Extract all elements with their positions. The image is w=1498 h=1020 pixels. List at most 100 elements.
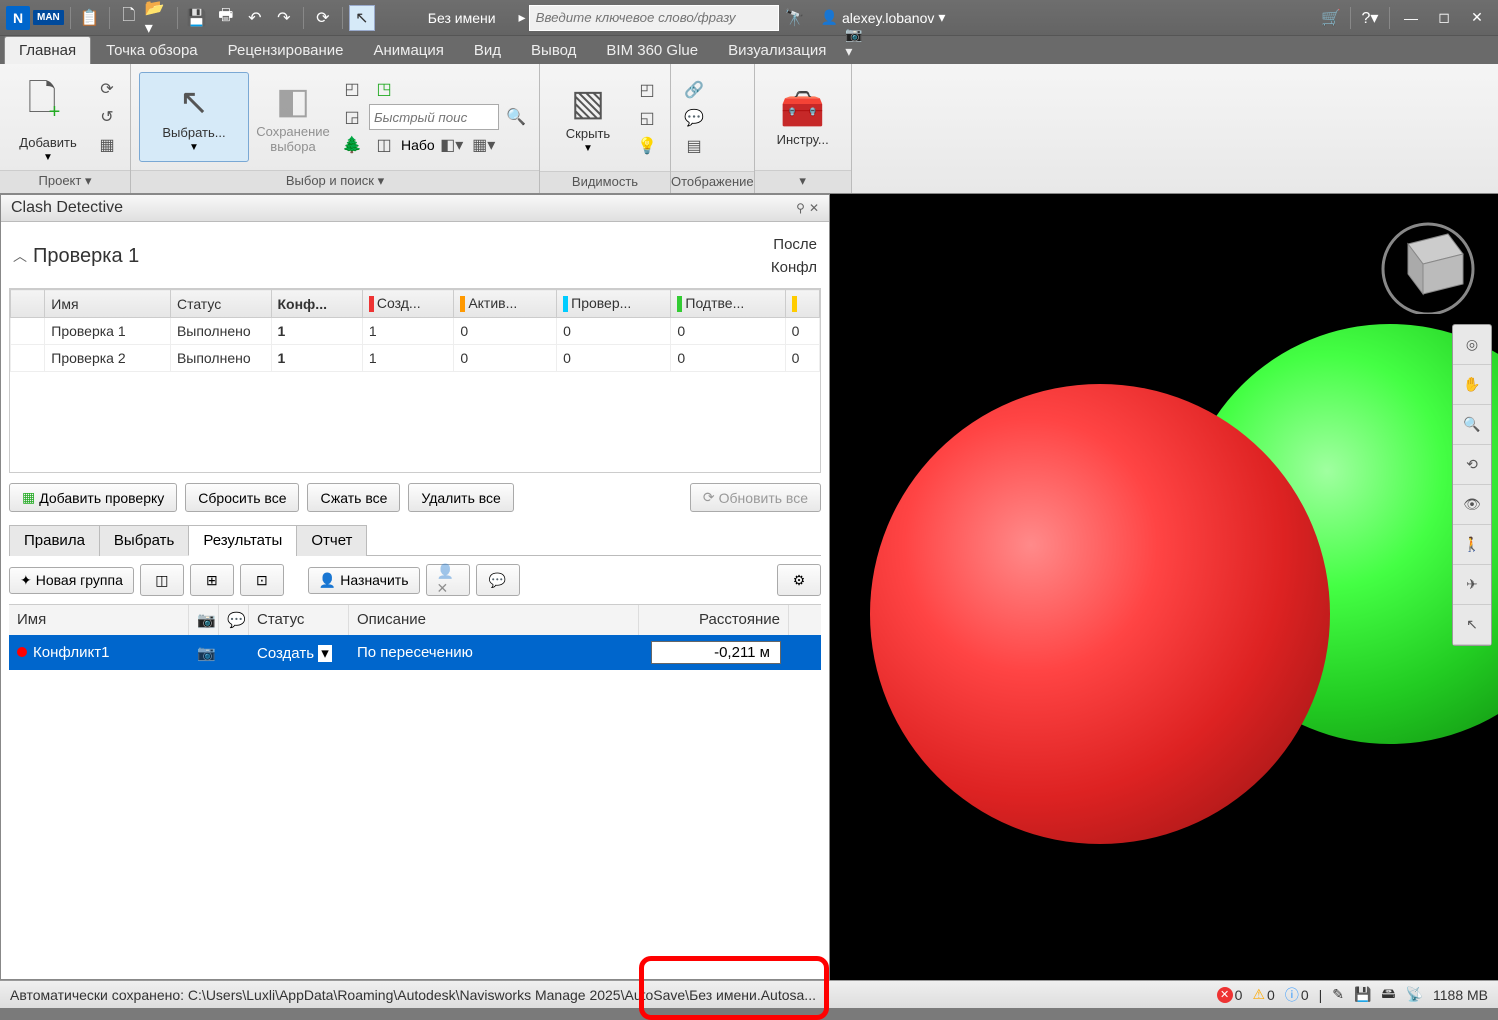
options-small-icon[interactable]: ▦	[92, 132, 122, 158]
disk-icon[interactable]: 💾	[1354, 986, 1371, 1003]
pin-icon[interactable]: ⚲	[796, 201, 805, 215]
wheel-icon[interactable]: ◎	[1453, 325, 1491, 365]
minimize-button[interactable]: —	[1396, 5, 1426, 31]
select-button[interactable]: ↖ Выбрать... ▼	[139, 72, 249, 162]
subtab-results[interactable]: Результаты	[188, 525, 297, 556]
ungroup-button[interactable]: ◫	[140, 564, 184, 596]
tab-view[interactable]: Вид	[459, 36, 516, 64]
sel-opt3-icon[interactable]: ◲	[337, 104, 367, 130]
app-icon[interactable]: N	[6, 6, 30, 30]
vis-opt1-icon[interactable]: ◰	[632, 77, 662, 103]
keyword-search-input[interactable]	[529, 5, 779, 31]
result-row[interactable]: Конфликт1 📷 Создать ▾ По пересечению -0,…	[9, 635, 821, 670]
info-count[interactable]: ⓘ0	[1285, 985, 1309, 1005]
save-selection-button[interactable]: ◧ Сохранение выбора	[253, 72, 333, 162]
redo-icon[interactable]: ↷	[271, 5, 297, 31]
warning-count[interactable]: ⚠0	[1252, 986, 1274, 1003]
undo-icon[interactable]: ↶	[242, 5, 268, 31]
th-created[interactable]: Созд...	[362, 290, 453, 318]
camera-tab-icon[interactable]: 📷▾	[841, 22, 871, 64]
rh-name[interactable]: Имя	[9, 605, 189, 635]
look-icon[interactable]: 👁	[1453, 485, 1491, 525]
th-name[interactable]: Имя	[45, 290, 171, 318]
vis-opt3-icon[interactable]: 💡	[632, 133, 662, 159]
tab-animation[interactable]: Анимация	[358, 36, 458, 64]
select-nav-icon[interactable]: ↖	[1453, 605, 1491, 645]
hide-button[interactable]: ▧ Скрыть ▼	[548, 73, 628, 163]
rh-camera-icon[interactable]: 📷	[189, 605, 219, 635]
error-count[interactable]: ✕0	[1217, 987, 1243, 1003]
tab-visual[interactable]: Визуализация	[713, 36, 841, 64]
comment-button[interactable]: 💬	[476, 564, 520, 596]
quick-find-input[interactable]	[369, 104, 499, 130]
pencil-icon[interactable]: ✎	[1332, 986, 1344, 1003]
tools-button[interactable]: 🧰 Инстру...	[763, 72, 843, 162]
vis-opt2-icon[interactable]: ◱	[632, 105, 662, 131]
network-icon[interactable]: 📡	[1406, 986, 1423, 1003]
th-approved[interactable]: Подтве...	[671, 290, 785, 318]
rh-dist[interactable]: Расстояние	[639, 605, 789, 635]
tab-viewpoint[interactable]: Точка обзора	[91, 36, 213, 64]
save-icon[interactable]: 💾	[184, 5, 210, 31]
new-group-button[interactable]: ✦Новая группа	[9, 567, 134, 594]
status-dropdown-icon[interactable]: ▾	[318, 645, 332, 662]
sel-opt5-icon[interactable]: ▦▾	[469, 132, 499, 158]
assign-button[interactable]: 👤Назначить	[308, 567, 420, 594]
rh-status[interactable]: Статус	[249, 605, 349, 635]
disp-opt2-icon[interactable]: 💬	[679, 105, 709, 131]
drive-icon[interactable]: 🖴	[1381, 983, 1395, 1007]
tab-bim[interactable]: BIM 360 Glue	[591, 36, 713, 64]
filter-button[interactable]: ⊡	[240, 564, 284, 596]
maximize-button[interactable]: ◻	[1429, 5, 1459, 31]
user-menu[interactable]: 👤 alexey.lobanov▾	[821, 9, 946, 26]
reset-all-button[interactable]: Сбросить все	[185, 483, 299, 512]
pan-icon[interactable]: ✋	[1453, 365, 1491, 405]
refresh-small-icon[interactable]: ⟳	[92, 76, 122, 102]
result-status[interactable]: Создать	[257, 645, 314, 662]
close-button[interactable]: ✕	[1462, 5, 1492, 31]
refresh-icon[interactable]: ⟳	[310, 5, 336, 31]
th-conf[interactable]: Конф...	[271, 290, 362, 318]
tab-review[interactable]: Рецензирование	[213, 36, 359, 64]
sel-opt2-icon[interactable]: ◳	[369, 76, 399, 102]
clipboard-icon[interactable]: 📋	[77, 5, 103, 31]
th-res[interactable]	[785, 290, 819, 318]
zoom-icon[interactable]: 🔍	[1453, 405, 1491, 445]
cart-icon[interactable]: 🛒	[1318, 5, 1344, 31]
walk-icon[interactable]: 🚶	[1453, 525, 1491, 565]
reset-small-icon[interactable]: ↺	[92, 104, 122, 130]
new-icon[interactable]: 🗋	[116, 5, 142, 31]
subtab-select[interactable]: Выбрать	[99, 525, 189, 556]
delete-all-button[interactable]: Удалить все	[408, 483, 513, 512]
table-row[interactable]: Проверка 1Выполнено 11 00 00	[11, 318, 820, 345]
viewport[interactable]: ◎ ✋ 🔍 ⟲ 👁 🚶 ✈ ↖	[830, 194, 1498, 980]
rh-desc[interactable]: Описание	[349, 605, 639, 635]
row-camera-icon[interactable]: 📷	[189, 638, 219, 668]
orbit-icon[interactable]: ⟲	[1453, 445, 1491, 485]
compact-all-button[interactable]: Сжать все	[307, 483, 400, 512]
tab-main[interactable]: Главная	[4, 36, 91, 64]
print-icon[interactable]: 🖶	[213, 5, 239, 31]
add-check-button[interactable]: ▦Добавить проверку	[9, 483, 177, 512]
close-panel-icon[interactable]: ✕	[809, 201, 819, 215]
add-button[interactable]: 🗋+ Добавить ▼	[8, 72, 88, 162]
viewcube[interactable]	[1378, 214, 1478, 314]
sel-opt1-icon[interactable]: ◰	[337, 76, 367, 102]
disp-opt1-icon[interactable]: 🔗	[679, 77, 709, 103]
th-status[interactable]: Статус	[170, 290, 271, 318]
tree-icon[interactable]: 🌲	[337, 132, 367, 158]
explode-button[interactable]: ⊞	[190, 564, 234, 596]
open-icon[interactable]: 📂▾	[145, 5, 171, 31]
settings-button[interactable]: ⚙	[777, 564, 821, 596]
disp-opt3-icon[interactable]: ▤	[679, 133, 709, 159]
cursor-icon[interactable]: ↖	[349, 5, 375, 31]
th-active[interactable]: Актив...	[454, 290, 557, 318]
sel-opt4-icon[interactable]: ◧▾	[437, 132, 467, 158]
fly-icon[interactable]: ✈	[1453, 565, 1491, 605]
th-reviewed[interactable]: Провер...	[557, 290, 671, 318]
binoculars-icon[interactable]: 🔭	[782, 5, 808, 31]
tab-output[interactable]: Вывод	[516, 36, 591, 64]
sets-icon[interactable]: ◫	[369, 132, 399, 158]
unassign-button[interactable]: 👤✕	[426, 564, 470, 596]
table-row[interactable]: Проверка 2Выполнено 11 00 00	[11, 345, 820, 372]
